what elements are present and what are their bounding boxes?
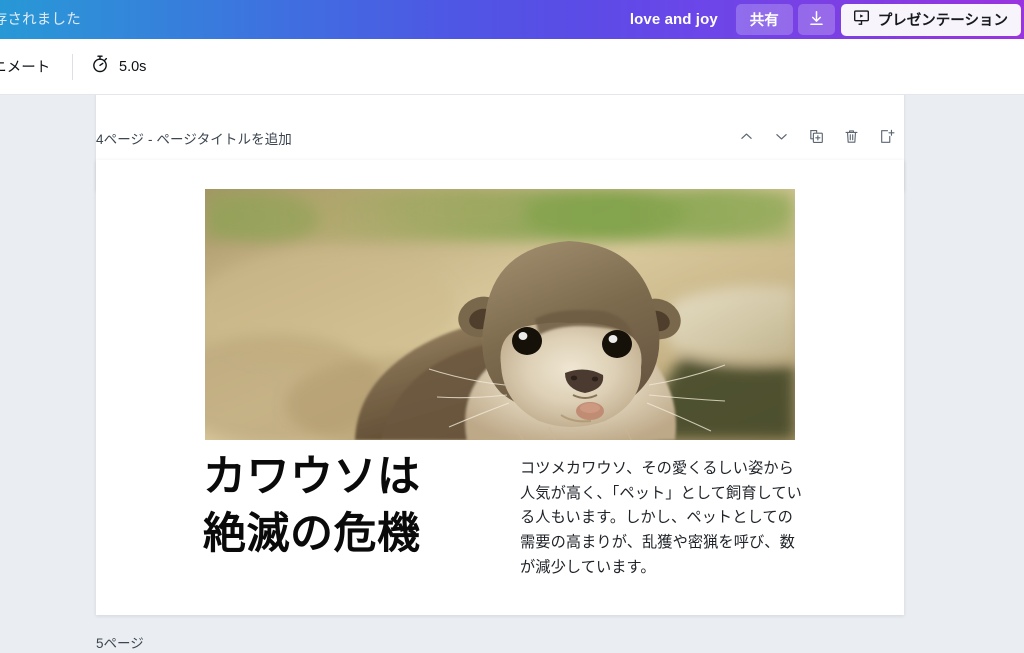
animate-button[interactable]: アニメート xyxy=(0,56,50,77)
page-title-label[interactable]: 4ページ - ページタイトルを追加 xyxy=(96,128,292,148)
slide-headline-line2: 絶滅の危機 xyxy=(203,510,421,558)
slide-headline[interactable]: カワウソは 絶滅の危機 xyxy=(203,450,503,564)
present-button[interactable]: プレゼンテーション xyxy=(840,3,1021,36)
share-button-label: 共有 xyxy=(749,13,779,29)
delete-page-button[interactable] xyxy=(840,127,862,149)
page-duration-button[interactable]: 5.0s xyxy=(90,54,146,79)
top-toolbar-right-group: love and joy 共有 プレゼンテーション xyxy=(612,0,1024,39)
slide-canvas[interactable]: カワウソは 絶滅の危機 コツメカワウソ、その愛くるしい姿から人気が高く、「ペット… xyxy=(96,160,904,615)
trash-icon xyxy=(843,128,860,148)
duplicate-page-button[interactable] xyxy=(805,127,827,149)
otter-photo[interactable] xyxy=(205,189,795,440)
add-page-icon xyxy=(878,128,895,148)
download-icon xyxy=(807,9,826,31)
chevron-down-icon xyxy=(773,128,790,148)
share-button[interactable]: 共有 xyxy=(735,4,793,35)
page-duration-value: 5.0s xyxy=(119,58,147,75)
stopwatch-icon xyxy=(90,54,110,79)
design-title[interactable]: love and joy xyxy=(612,11,736,28)
canvas-scroll-area[interactable]: 4ページ - ページタイトルを追加 カワウソは 絶滅の危機 コツメカワウソ、その… xyxy=(0,95,1024,653)
slide-headline-line1: カワウソは xyxy=(203,454,421,501)
presentation-screen-icon xyxy=(852,8,871,31)
present-button-label: プレゼンテーション xyxy=(877,13,1008,29)
page-tools-group xyxy=(735,127,904,149)
saved-status-label: 保存されました xyxy=(0,12,81,28)
slide-body-text[interactable]: コツメカワウソ、その愛くるしい姿から人気が高く、「ペット」として飼育している人も… xyxy=(520,456,805,579)
secondary-toolbar: アニメート 5.0s xyxy=(0,39,1024,95)
page-header-row: 4ページ - ページタイトルを追加 xyxy=(96,125,904,151)
move-down-button[interactable] xyxy=(770,127,792,149)
chevron-up-icon xyxy=(738,128,755,148)
move-up-button[interactable] xyxy=(735,127,757,149)
toolbar-divider xyxy=(72,53,73,80)
add-page-button[interactable] xyxy=(875,127,897,149)
next-page-title-label[interactable]: 5ページ xyxy=(96,632,144,652)
top-toolbar: 保存されました love and joy 共有 xyxy=(0,0,1024,39)
download-button[interactable] xyxy=(797,4,835,35)
duplicate-icon xyxy=(808,128,825,148)
